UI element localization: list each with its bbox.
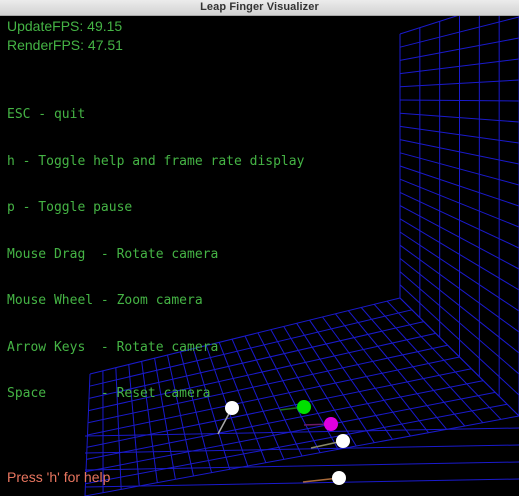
finger-4-tip <box>336 434 350 448</box>
wall-grid-line-v <box>399 99 519 102</box>
floor-grid-line-front <box>84 478 519 488</box>
finger-5-tip <box>332 471 346 485</box>
update-fps-label: UpdateFPS: 49.15 <box>7 18 123 34</box>
help-overlay: ESC - quit h - Toggle help and frame rat… <box>7 76 304 433</box>
title-bar[interactable]: Leap Finger Visualizer <box>0 0 519 16</box>
finger-3-tip <box>324 417 338 431</box>
help-line-space: Space - Reset camera <box>7 386 211 401</box>
help-line-quit: ESC - quit <box>7 107 86 122</box>
app-window: Leap Finger Visualizer UpdateFPS: 49.15 … <box>0 0 519 496</box>
help-line-toggle-help: h - Toggle help and frame rate display <box>7 153 305 169</box>
right-wall-grid <box>399 16 519 417</box>
window-title: Leap Finger Visualizer <box>200 1 319 13</box>
help-line-mouse-drag: Mouse Drag - Rotate camera <box>7 246 219 262</box>
floor-grid-line-front <box>84 461 519 471</box>
help-line-pause: p - Toggle pause <box>7 200 133 215</box>
help-line-arrow-keys: Arrow Keys - Rotate camera <box>7 339 219 355</box>
3d-viewport[interactable]: UpdateFPS: 49.15 RenderFPS: 47.51 ESC - … <box>0 16 519 496</box>
help-hint: Press 'h' for help <box>7 469 111 485</box>
floor-grid-line-front <box>84 444 519 454</box>
render-fps-label: RenderFPS: 47.51 <box>7 37 123 53</box>
help-line-mouse-wheel: Mouse Wheel - Zoom camera <box>7 293 203 308</box>
